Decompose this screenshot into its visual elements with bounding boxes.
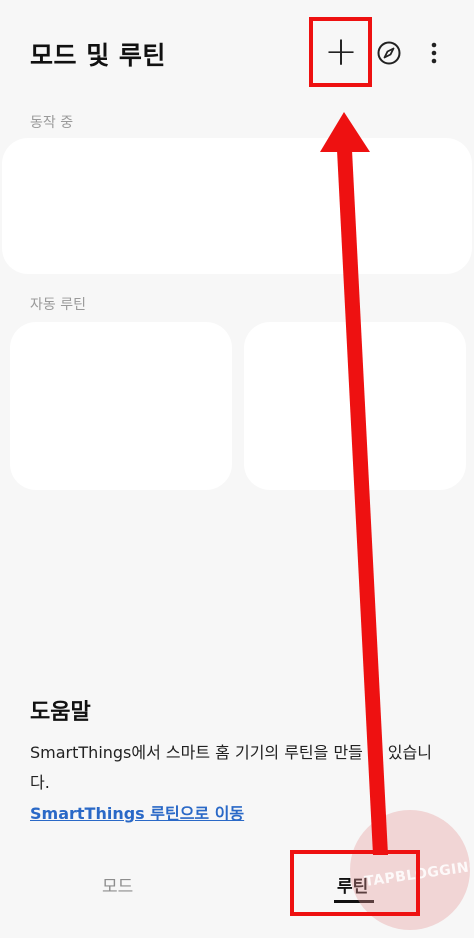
annotation-arrow — [320, 112, 388, 855]
